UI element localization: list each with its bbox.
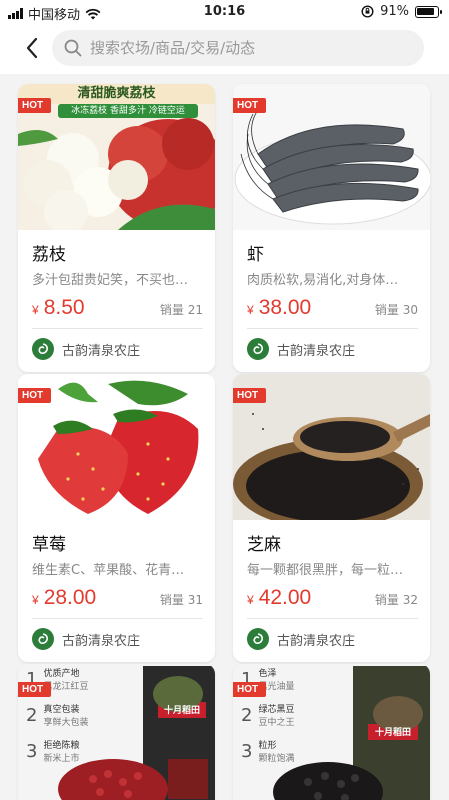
product-card-sesame[interactable]: HOT 芝麻 每一颗都很黑胖，每一粒… ¥42.00 销量 32 古韵清泉农庄 [233, 374, 430, 662]
price-value: 42.00 [258, 586, 312, 609]
sales-count: 销量 30 [374, 303, 418, 317]
divider [32, 328, 203, 329]
feature-number: 2 [241, 705, 253, 726]
product-desc: 肉质松软,易消化,对身体… [247, 273, 399, 288]
product-card-black-beans[interactable]: 1 色泽 黑光油量 2 绿芯黑豆 豆中之王 3 粒形 颗粒饱满 十月稻田 HOT [233, 664, 430, 800]
farm-logo-icon [32, 628, 54, 650]
feature-title: 真空包装 [43, 705, 80, 715]
status-bar: 中国移动 10:16 91% [0, 0, 449, 24]
farm-name: 古韵清泉农庄 [62, 633, 141, 649]
feature-title: 色泽 [258, 669, 277, 679]
feature-sub: 颗粒饱满 [258, 754, 295, 764]
feature-title: 拒绝陈粮 [43, 741, 80, 751]
price: ¥42.00 [247, 586, 311, 610]
back-button[interactable] [18, 34, 46, 62]
product-name: 荔枝 [32, 245, 66, 265]
feature-sub: 新米上市 [43, 754, 80, 764]
hot-badge: HOT [18, 682, 52, 697]
price: ¥8.50 [32, 296, 85, 320]
price-row: ¥38.00 销量 30 [247, 292, 418, 322]
feature-sub: 享鲜大包装 [43, 718, 89, 728]
farm-link[interactable]: 古韵清泉农庄 [247, 628, 430, 650]
product-grid: 清甜脆爽荔枝 冰冻荔枝 香甜多汁 冷链空运 HOT 荔枝 多汁包甜贵妃笑，不买也… [0, 74, 449, 800]
search-bar[interactable] [52, 30, 424, 66]
battery-percent: 91% [380, 4, 409, 19]
product-card-red-beans[interactable]: 1 优质产地 黑龙江红豆 2 真空包装 享鲜大包装 3 拒绝陈粮 新米上市 十月稻田 HOT [18, 664, 215, 800]
farm-logo-icon [247, 338, 269, 360]
search-icon [64, 39, 82, 57]
price-value: 28.00 [43, 586, 97, 609]
orientation-lock-icon [361, 5, 374, 18]
status-right: 91% [361, 4, 442, 19]
divider [247, 618, 418, 619]
product-card-shrimp[interactable]: HOT 虾 肉质松软,易消化,对身体… ¥38.00 销量 30 古韵清泉农庄 [233, 84, 430, 372]
price-symbol: ¥ [32, 593, 39, 607]
search-input[interactable] [90, 39, 390, 57]
product-desc: 每一颗都很黑胖，每一粒… [247, 563, 404, 578]
product-desc: 维生素C、苹果酸、花青… [32, 563, 185, 578]
product-image-shrimp: HOT [233, 84, 430, 230]
farm-name: 古韵清泉农庄 [62, 343, 141, 359]
product-image-strawberry: HOT [18, 374, 215, 520]
sales-count: 销量 21 [159, 303, 203, 317]
price-row: ¥8.50 销量 21 [32, 292, 203, 322]
hot-badge: HOT [18, 388, 52, 403]
price-symbol: ¥ [32, 303, 39, 317]
farm-link[interactable]: 古韵清泉农庄 [32, 628, 215, 650]
pack-brand: 十月稻田 [163, 706, 200, 716]
price-value: 8.50 [43, 296, 85, 319]
price-symbol: ¥ [247, 303, 254, 317]
hot-badge: HOT [18, 98, 52, 113]
price: ¥28.00 [32, 586, 96, 610]
feature-number: 3 [241, 741, 253, 762]
price-row: ¥28.00 销量 31 [32, 582, 203, 612]
product-image-lychee: 清甜脆爽荔枝 冰冻荔枝 香甜多汁 冷链空运 HOT [18, 84, 215, 230]
hot-badge: HOT [233, 98, 267, 113]
hot-badge: HOT [233, 682, 267, 697]
product-image-sesame: HOT [233, 374, 430, 520]
chevron-left-icon [26, 37, 38, 59]
product-image-black-beans: 1 色泽 黑光油量 2 绿芯黑豆 豆中之王 3 粒形 颗粒饱满 十月稻田 HOT [233, 664, 430, 800]
feature-number: 3 [26, 741, 38, 762]
pack-brand: 十月稻田 [374, 728, 411, 738]
product-name: 草莓 [32, 535, 66, 555]
price-value: 38.00 [258, 296, 312, 319]
sales-count: 销量 32 [374, 593, 418, 607]
product-card-strawberry[interactable]: HOT 草莓 维生素C、苹果酸、花青… ¥28.00 销量 31 古韵清泉农庄 [18, 374, 215, 662]
product-name: 芝麻 [247, 535, 281, 555]
divider [247, 328, 418, 329]
price-row: ¥42.00 销量 32 [247, 582, 418, 612]
farm-name: 古韵清泉农庄 [277, 633, 356, 649]
product-image-red-beans: 1 优质产地 黑龙江红豆 2 真空包装 享鲜大包装 3 拒绝陈粮 新米上市 十月稻田 HOT [18, 664, 215, 800]
banner-subtitle: 冰冻荔枝 香甜多汁 冷链空运 [71, 106, 185, 116]
feature-title: 粒形 [258, 741, 277, 751]
product-name: 虾 [247, 245, 264, 265]
product-desc: 多汁包甜贵妃笑，不买也… [32, 273, 189, 288]
battery-icon [415, 5, 442, 18]
product-card-lychee[interactable]: 清甜脆爽荔枝 冰冻荔枝 香甜多汁 冷链空运 HOT 荔枝 多汁包甜贵妃笑，不买也… [18, 84, 215, 372]
farm-logo-icon [32, 338, 54, 360]
sales-count: 销量 31 [159, 593, 203, 607]
feature-title: 优质产地 [43, 669, 80, 679]
feature-number: 2 [26, 705, 38, 726]
feature-title: 绿芯黑豆 [258, 705, 295, 715]
hot-badge: HOT [233, 388, 267, 403]
farm-name: 古韵清泉农庄 [277, 343, 356, 359]
feature-sub: 豆中之王 [258, 718, 295, 728]
farm-link[interactable]: 古韵清泉农庄 [32, 338, 215, 360]
farm-link[interactable]: 古韵清泉农庄 [247, 338, 430, 360]
price-symbol: ¥ [247, 593, 254, 607]
divider [32, 618, 203, 619]
price: ¥38.00 [247, 296, 311, 320]
farm-logo-icon [247, 628, 269, 650]
search-header [0, 24, 449, 74]
